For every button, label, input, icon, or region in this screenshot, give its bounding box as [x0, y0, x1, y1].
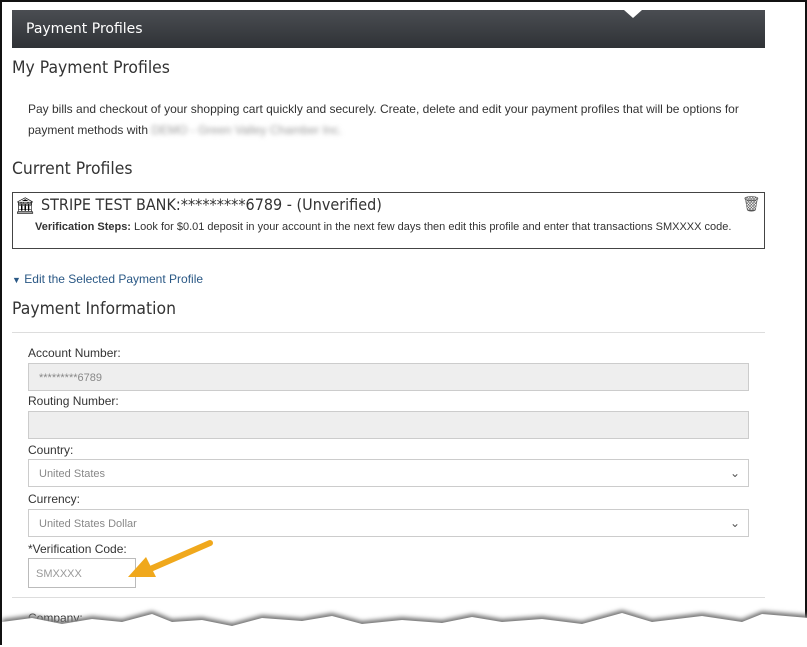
bank-icon: 🏛: [15, 198, 36, 215]
page-header: Payment Profiles: [12, 10, 765, 48]
divider: [12, 597, 765, 598]
caret-down-icon: ▼: [12, 275, 21, 285]
org-name-blurred: DEMO - Green Valley Chamber Inc.: [151, 123, 342, 137]
edit-link-label: Edit the Selected Payment Profile: [24, 272, 204, 286]
currency-select[interactable]: United States Dollar ⌄: [28, 509, 749, 537]
country-value: United States: [39, 468, 106, 480]
country-label: Country:: [28, 443, 74, 457]
steps-label: Verification Steps:: [35, 221, 131, 233]
payment-info-heading: Payment Information: [12, 299, 176, 319]
account-label: Account Number:: [28, 346, 121, 360]
routing-label: Routing Number:: [28, 394, 119, 408]
divider: [12, 332, 765, 333]
profile-title: STRIPE TEST BANK:*********6789 - (Unveri…: [41, 195, 382, 214]
trash-icon[interactable]: 🗑: [742, 195, 761, 213]
verification-steps: Verification Steps: Look for $0.01 depos…: [35, 221, 731, 233]
chevron-down-icon: ⌄: [729, 466, 740, 480]
routing-number-field[interactable]: [28, 411, 749, 439]
edit-profile-link[interactable]: ▼ Edit the Selected Payment Profile: [12, 272, 203, 286]
arrow-annotation-icon: [128, 540, 213, 577]
current-profiles-heading: Current Profiles: [12, 159, 133, 179]
steps-text: Look for $0.01 deposit in your account i…: [130, 221, 732, 233]
country-select[interactable]: United States ⌄: [28, 459, 749, 487]
header-title: Payment Profiles: [26, 21, 143, 37]
intro-text-2: payment methods with DEMO - Green Valley…: [28, 123, 342, 137]
intro-text: Pay bills and checkout of your shopping …: [28, 102, 739, 116]
torn-edge: [2, 613, 807, 647]
currency-label: Currency:: [28, 492, 81, 506]
currency-value: United States Dollar: [39, 518, 137, 530]
account-number-field[interactable]: *********6789: [28, 363, 749, 391]
chevron-down-icon: ⌄: [729, 516, 740, 530]
code-label: *Verification Code:: [28, 542, 127, 556]
intro-line2: payment methods with: [28, 123, 149, 137]
caret: [624, 10, 642, 18]
payment-profile-card[interactable]: 🏛 STRIPE TEST BANK:*********6789 - (Unve…: [12, 192, 765, 249]
page-title: My Payment Profiles: [12, 58, 170, 78]
verification-code-input[interactable]: SMXXXX: [28, 558, 136, 588]
